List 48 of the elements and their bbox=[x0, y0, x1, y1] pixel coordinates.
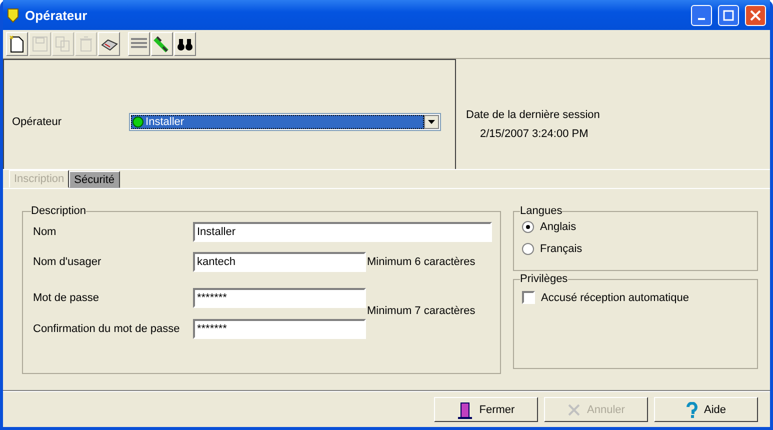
last-session-date: 2/15/2007 3:24:00 PM bbox=[479, 128, 590, 140]
new-document-icon bbox=[9, 35, 25, 53]
group-title: Privilèges bbox=[520, 273, 568, 285]
input-field[interactable]: Installer bbox=[193, 222, 492, 242]
toolbar-button[interactable] bbox=[151, 32, 173, 56]
radio-button[interactable] bbox=[522, 221, 534, 233]
toolbar-button[interactable] bbox=[98, 32, 120, 56]
operator-value: Installer bbox=[146, 116, 184, 128]
toolbar-button[interactable] bbox=[6, 32, 28, 56]
checkbox[interactable] bbox=[522, 291, 535, 304]
minimize-button[interactable] bbox=[691, 4, 712, 26]
hint-text: Minimum 7 caractères bbox=[367, 304, 476, 316]
close-icon bbox=[750, 10, 761, 20]
toolbar-button[interactable] bbox=[174, 32, 196, 56]
copy-icon bbox=[55, 36, 71, 52]
help-button[interactable]: Aide bbox=[654, 397, 758, 422]
field-label: Confirmation du mot de passe bbox=[33, 323, 181, 335]
field-label: Nom d'usager bbox=[33, 256, 102, 268]
tab[interactable]: Sécurité bbox=[69, 171, 120, 188]
list-icon bbox=[130, 37, 148, 51]
radio-label[interactable]: Français bbox=[540, 243, 582, 255]
shield-icon bbox=[7, 8, 19, 22]
group-title: Langues bbox=[520, 205, 562, 217]
last-session-label: Date de la dernière session bbox=[466, 108, 601, 120]
close-button[interactable] bbox=[745, 4, 766, 26]
field-label: Nom bbox=[33, 226, 58, 238]
maximize-button[interactable] bbox=[718, 4, 739, 26]
operator-dropdown[interactable]: Installer bbox=[128, 112, 441, 130]
status-dot-icon bbox=[132, 116, 144, 128]
cross-icon bbox=[567, 402, 582, 416]
close-button[interactable]: Fermer bbox=[434, 397, 538, 422]
hint-text: Minimum 6 caractères bbox=[367, 256, 476, 268]
operator-label: Opérateur bbox=[12, 116, 62, 128]
group-title: Description bbox=[31, 205, 86, 217]
radio-label[interactable]: Anglais bbox=[540, 221, 576, 233]
checkbox-label[interactable]: Accusé réception automatique bbox=[541, 292, 689, 304]
binoculars-icon bbox=[177, 37, 193, 51]
input-field[interactable]: ******* bbox=[193, 288, 366, 308]
help-icon bbox=[686, 402, 698, 418]
minimize-icon bbox=[698, 18, 705, 20]
trash-can-icon bbox=[79, 36, 93, 52]
door-icon bbox=[457, 400, 474, 418]
input-field[interactable]: kantech bbox=[193, 252, 366, 272]
maximize-icon bbox=[723, 10, 734, 20]
field-label: Mot de passe bbox=[33, 292, 100, 304]
radio-button[interactable] bbox=[522, 243, 534, 255]
input-field[interactable]: ******* bbox=[193, 319, 366, 339]
window-title: Opérateur bbox=[25, 8, 88, 22]
